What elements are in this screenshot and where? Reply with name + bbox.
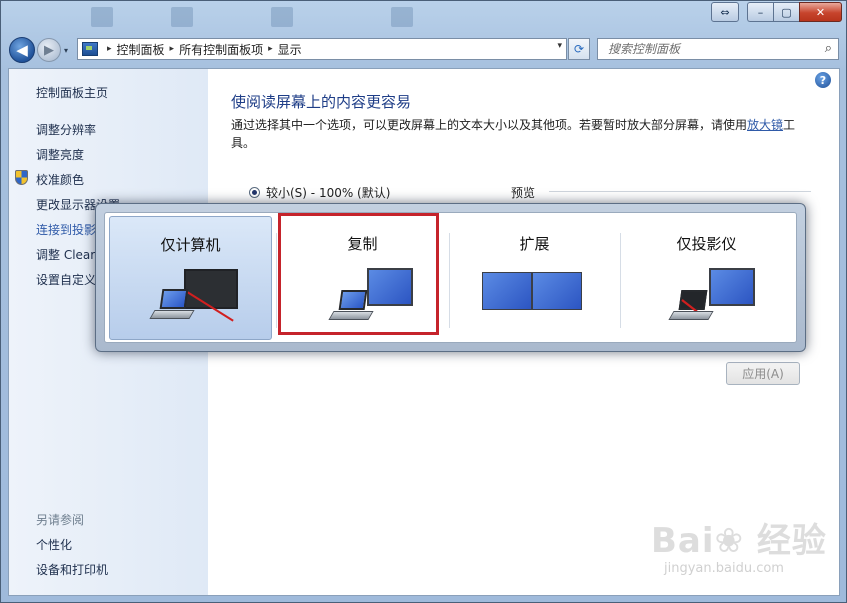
sidebar-item-resolution[interactable]: 调整分辨率 [36,121,96,138]
monitor-off-icon [184,269,238,309]
sidebar-home-link[interactable]: 控制面板主页 [36,84,108,101]
option-projector-only-label: 仅投影仪 [676,235,737,253]
window-controls: ⇔ – ▢ ✕ [711,2,842,22]
help-icon[interactable]: ? [815,72,831,88]
red-highlight-annotation [278,213,439,335]
monitor-icon [709,268,755,306]
preview-label: 预览 [511,186,536,200]
option-separator [276,233,277,328]
control-panel-window: ⇔ – ▢ ✕ ◀ ▶ ▾ ▸ 控制面板 ▸ 所有控制面板项 ▸ 显示 ▾ ⟳ … [0,0,847,603]
address-dropdown-icon[interactable]: ▾ [557,41,562,51]
laptop-icon [149,289,195,322]
refresh-button[interactable]: ⟳ [568,38,590,60]
option-projector-only[interactable]: 仅投影仪 [625,216,788,340]
display-switch-button[interactable]: ⇔ [711,2,739,22]
close-button[interactable]: ✕ [799,2,842,22]
search-box[interactable]: ⌕ [597,38,839,60]
description-text: 通过选择其中一个选项，可以更改屏幕上的文本大小以及其他项。若要暂时放大部分屏幕，… [231,118,748,132]
forward-button[interactable]: ▶ [37,38,61,62]
preview-divider [549,191,811,192]
option-separator [449,233,450,328]
option-separator [620,233,621,328]
monitor-left-icon [482,272,532,310]
navigation-bar: ◀ ▶ ▾ ▸ 控制面板 ▸ 所有控制面板项 ▸ 显示 ▾ ⟳ ⌕ [1,33,846,65]
page-description: 通过选择其中一个选项，可以更改屏幕上的文本大小以及其他项。若要暂时放大部分屏幕，… [231,116,806,152]
sidebar-item-brightness[interactable]: 调整亮度 [36,146,84,163]
breadcrumb-separator[interactable]: ▸ [107,44,112,54]
option-computer-only[interactable]: 仅计算机 [109,216,272,340]
control-panel-icon [82,42,98,56]
forward-arrow-icon: ▶ [44,42,54,58]
option-extend-label: 扩展 [519,235,550,253]
search-icon[interactable]: ⌕ [825,41,832,56]
back-button[interactable]: ◀ [9,37,35,63]
watermark-logo: Bai❀ 经验 [651,521,827,561]
watermark-url: jingyan.baidu.com [664,561,784,576]
apply-button[interactable]: 应用(A) [726,362,800,385]
page-title: 使阅读屏幕上的内容更容易 [231,93,412,111]
shield-icon [15,170,28,185]
option-computer-only-label: 仅计算机 [160,236,221,254]
breadcrumb-display[interactable]: 显示 [278,41,302,58]
recent-pages-dropdown[interactable]: ▾ [64,46,68,55]
size-radio-small[interactable] [249,187,260,198]
title-bar: ⇔ – ▢ ✕ [1,1,846,31]
address-bar[interactable]: ▸ 控制面板 ▸ 所有控制面板项 ▸ 显示 ▾ [77,38,567,60]
magnifier-link[interactable]: 放大镜 [747,118,783,132]
breadcrumb-separator[interactable]: ▸ [170,44,175,54]
sidebar-item-personalization[interactable]: 个性化 [36,536,72,553]
taskbar-thumbnails [91,3,431,29]
breadcrumb-control-panel[interactable]: 控制面板 [117,41,165,58]
size-option-small[interactable]: 较小(S) - 100% (默认) [249,184,390,201]
projector-switcher-panel: 仅计算机 复制 扩展 仅投影仪 [104,212,797,343]
size-option-small-label: 较小(S) - 100% (默认) [266,186,391,200]
breadcrumb-separator[interactable]: ▸ [268,44,273,54]
back-arrow-icon: ◀ [16,41,28,59]
breadcrumb-all-items[interactable]: 所有控制面板项 [179,41,263,58]
sidebar-item-devices-printers[interactable]: 设备和打印机 [36,561,108,578]
laptop-off-icon [668,290,714,323]
see-also-heading: 另请参阅 [36,513,85,527]
refresh-icon: ⟳ [573,42,585,56]
maximize-button[interactable]: ▢ [773,2,799,22]
projector-switcher: 仅计算机 复制 扩展 仅投影仪 [95,203,806,352]
search-input[interactable] [608,40,808,58]
minimize-button[interactable]: – [747,2,773,22]
option-extend[interactable]: 扩展 [453,216,616,340]
sidebar-item-calibrate-color[interactable]: 校准颜色 [36,171,84,188]
monitor-right-icon [532,272,582,310]
